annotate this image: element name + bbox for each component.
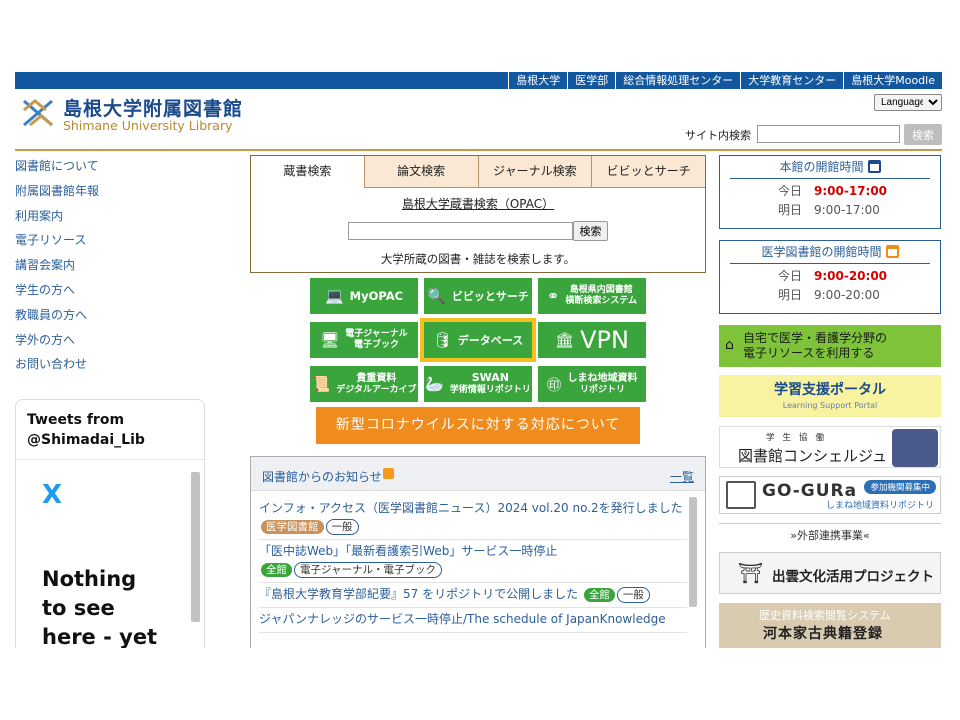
twitter-empty-message: Nothing to see here - yet: [42, 567, 158, 648]
swan-icon: 🦢: [425, 375, 444, 393]
news-panel: 図書館からのお知らせ 一覧 インフォ・アクセス（医学図書館ニュース）2024 v…: [250, 456, 706, 648]
x-logo-icon: X: [42, 480, 63, 510]
main-hours-tomorrow: 9:00-17:00: [814, 203, 880, 217]
opac-search-button[interactable]: 検索: [573, 221, 608, 241]
nav-guide[interactable]: 利用案内: [15, 208, 195, 233]
tab-vivid-search[interactable]: ビビッとサーチ: [591, 156, 705, 188]
twitter-widget: Tweets from @Shimadai_Lib X Nothing to s…: [15, 399, 205, 648]
main-hours-today: 9:00-17:00: [814, 184, 888, 198]
site-search-label: サイト内検索: [685, 129, 751, 142]
remote-access-banner[interactable]: ⌂ 自宅で医学・看護学分野の 電子リソースを利用する: [719, 325, 941, 367]
university-building-icon: 🏛: [555, 331, 575, 349]
vpn-button[interactable]: 🏛 VPN: [538, 322, 646, 358]
rare-materials-archive-button[interactable]: 📜 貴重資料 デジタルアーカイブ: [310, 366, 418, 402]
medical-hours-today: 9:00-20:00: [814, 269, 888, 283]
network-icon: ⚭: [546, 287, 560, 305]
twitter-scrollbar[interactable]: [191, 472, 200, 622]
top-link-shimane-univ[interactable]: 島根大学: [508, 72, 567, 89]
kawamoto-classics-banner[interactable]: 歴史資料検索閲覧システム 河本家古典籍登録: [719, 603, 941, 648]
nav-external[interactable]: 学外の方へ: [15, 332, 195, 357]
site-search-input[interactable]: [757, 125, 900, 143]
opac-description: 大学所蔵の図書・雑誌を検索します。: [380, 252, 576, 266]
database-icon: 🛢: [432, 331, 452, 349]
nav-contact[interactable]: お問い合わせ: [15, 356, 195, 381]
medical-hours-title[interactable]: 医学図書館の開館時間: [730, 241, 930, 264]
external-projects-label: »外部連携事業«: [719, 523, 941, 543]
top-link-moodle[interactable]: 島根大学Moodle: [843, 72, 942, 89]
laptop-icon: 💻: [324, 287, 344, 305]
main-library-hours: 本館の開館時間 今日 9:00-17:00 明日 9:00-17:00: [719, 155, 941, 229]
language-select[interactable]: Language: [874, 94, 942, 111]
news-item[interactable]: 『島根大学教育学部紀要』57 をリポジトリで公開しました 全館 一般: [259, 583, 687, 608]
tag-all-libraries[interactable]: 全館: [583, 587, 615, 602]
database-button[interactable]: 🛢 データベース: [420, 318, 536, 362]
tag-general[interactable]: 一般: [325, 518, 359, 535]
ejournal-ebook-button[interactable]: 🖥 電子ジャーナル 電子ブック: [310, 322, 418, 358]
browser-viewport: 島根大学 医学部 総合情報処理センター 大学教育センター 島根大学Moodle …: [15, 72, 942, 648]
izumo-culture-project-banner[interactable]: ⛩ 出雲文化活用プロジェクト: [719, 552, 941, 594]
nav-students[interactable]: 学生の方へ: [15, 282, 195, 307]
news-scrollbar[interactable]: [689, 497, 697, 607]
tag-medical-library[interactable]: 医学図書館: [261, 519, 324, 534]
library-concierge-banner[interactable]: 学生協働 図書館コンシェルジュ: [719, 426, 941, 468]
top-link-medicine[interactable]: 医学部: [567, 72, 615, 89]
news-more-link[interactable]: 一覧: [670, 468, 694, 485]
header-divider: [15, 149, 942, 151]
news-item[interactable]: インフォ・アクセス（医学図書館ニュース）2024 vol.20 no.2を発行し…: [259, 497, 687, 540]
shrine-icon: ⛩: [738, 561, 764, 585]
site-subtitle: Shimane University Library: [63, 118, 233, 133]
covid-info-banner[interactable]: 新型コロナウイルスに対する対応について: [316, 407, 640, 444]
shimane-local-repository-button[interactable]: ㊞ しまね地域資料 リポジトリ: [538, 366, 646, 402]
nav-e-resources[interactable]: 電子リソース: [15, 232, 195, 257]
twitter-heading[interactable]: Tweets from @Shimadai_Lib: [16, 400, 204, 460]
scroll-icon: 📜: [311, 375, 331, 393]
tag-all-libraries[interactable]: 全館: [261, 562, 292, 577]
vivid-search-button[interactable]: 🔍 ビビッとサーチ: [424, 278, 532, 314]
news-item[interactable]: 「医中誌Web」「最新看護索引Web」サービス一時停止 全館 電子ジャーナル・電子…: [259, 540, 687, 583]
library-logo-icon[interactable]: [21, 96, 55, 130]
nav-faculty[interactable]: 教職員の方へ: [15, 307, 195, 332]
tab-holdings[interactable]: 蔵書検索: [251, 156, 364, 188]
concierge-characters-icon: [892, 429, 938, 467]
opac-link[interactable]: 島根大学蔵書検索（OPAC）: [251, 195, 705, 212]
swan-repository-button[interactable]: 🦢 SWAN 学術情報リポジトリ: [424, 366, 532, 402]
prefecture-library-search-button[interactable]: ⚭ 島根県内図書館 横断検索システム: [538, 278, 646, 314]
catalog-search-panel: 蔵書検索 論文検索 ジャーナル検索 ビビッとサーチ 島根大学蔵書検索（OPAC）…: [250, 155, 706, 273]
gogura-repository-banner[interactable]: GO-GURa 参加機関募集中 しまね地域資料リポジトリ: [719, 476, 941, 514]
top-link-education-center[interactable]: 大学教育センター: [740, 72, 843, 89]
building-icon: [726, 481, 756, 509]
magnifier-book-icon: 🔍: [427, 287, 446, 305]
rss-icon[interactable]: [382, 468, 394, 479]
main-hours-title[interactable]: 本館の開館時間: [730, 156, 930, 179]
site-search-button[interactable]: 検索: [904, 124, 942, 145]
tab-journals[interactable]: ジャーナル検索: [477, 156, 592, 188]
news-item[interactable]: ジャパンナレッジのサービス一時停止/The schedule of JapanK…: [259, 608, 687, 633]
site-title[interactable]: 島根大学附属図書館: [63, 94, 243, 121]
news-title: 図書館からのお知らせ: [262, 468, 394, 485]
calendar-icon[interactable]: [885, 245, 899, 258]
seal-icon: ㊞: [546, 375, 562, 394]
tag-general[interactable]: 一般: [616, 586, 650, 603]
monitor-icon: 🖥: [320, 331, 340, 349]
home-icon: ⌂: [725, 337, 734, 353]
tab-articles[interactable]: 論文検索: [363, 156, 478, 188]
news-header: 図書館からのお知らせ 一覧: [251, 457, 705, 491]
medical-library-hours: 医学図書館の開館時間 今日 9:00-20:00 明日 9:00-20:00: [719, 240, 941, 314]
top-bar: 島根大学 医学部 総合情報処理センター 大学教育センター 島根大学Moodle: [15, 72, 942, 89]
top-link-info-center[interactable]: 総合情報処理センター: [615, 72, 740, 89]
nav-annual-report[interactable]: 附属図書館年報: [15, 183, 195, 208]
medical-hours-tomorrow: 9:00-20:00: [814, 288, 880, 302]
calendar-icon[interactable]: [867, 160, 881, 173]
nav-workshops[interactable]: 講習会案内: [15, 257, 195, 282]
nav-about[interactable]: 図書館について: [15, 158, 195, 183]
learning-support-portal-banner[interactable]: 学習支援ポータル Learning Support Portal: [719, 375, 941, 417]
tag-ejournal[interactable]: 電子ジャーナル・電子ブック: [294, 561, 442, 578]
myopac-button[interactable]: 💻 MyOPAC: [310, 278, 418, 314]
left-nav: 図書館について 附属図書館年報 利用案内 電子リソース 講習会案内 学生の方へ …: [15, 158, 195, 381]
opac-search-input[interactable]: [348, 222, 573, 240]
